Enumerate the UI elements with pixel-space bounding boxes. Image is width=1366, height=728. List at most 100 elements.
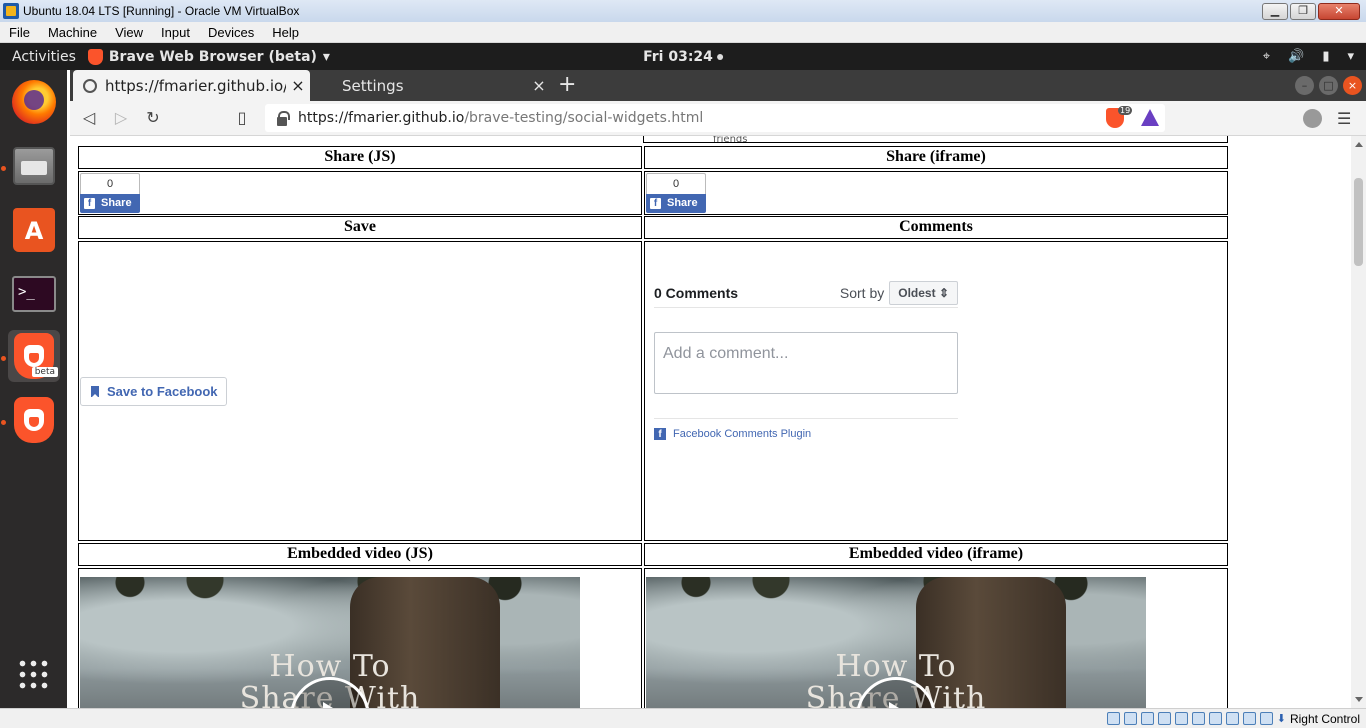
profile-avatar-icon[interactable] bbox=[1303, 109, 1322, 128]
menu-view[interactable]: View bbox=[106, 25, 152, 40]
share-js-header: Share (JS) bbox=[78, 146, 642, 169]
virtualbox-app-icon bbox=[3, 3, 19, 19]
clock[interactable]: Fri 03:24 bbox=[643, 49, 723, 65]
video-js-header: Embedded video (JS) bbox=[78, 543, 642, 566]
comments-plugin-link[interactable]: Facebook Comments Plugin bbox=[673, 428, 811, 440]
page-viewport: friends Share (JS) Share (iframe) 0 f Sh… bbox=[70, 136, 1351, 708]
network-adapter-icon[interactable] bbox=[1157, 712, 1171, 725]
tab-close-icon[interactable]: × bbox=[286, 76, 310, 95]
save-label: Save to Facebook bbox=[107, 384, 218, 399]
sort-select[interactable]: Oldest ⇕ bbox=[889, 280, 958, 305]
share-label: Share bbox=[101, 197, 132, 209]
browser-toolbar: ◁ ▷ ↻ ▯ https://fmarier.github.io /brave… bbox=[70, 101, 1366, 136]
app-menu[interactable]: Brave Web Browser (beta) ▾ bbox=[87, 48, 330, 65]
menu-help[interactable]: Help bbox=[263, 25, 308, 40]
tab-social-widgets[interactable]: https://fmarier.github.io/b × bbox=[73, 70, 310, 101]
facebook-share-widget[interactable]: 0 f Share bbox=[646, 173, 706, 213]
save-to-facebook-button[interactable]: Save to Facebook bbox=[80, 377, 227, 406]
menu-input[interactable]: Input bbox=[152, 25, 199, 40]
dock-brave[interactable] bbox=[8, 394, 60, 446]
menu-machine[interactable]: Machine bbox=[39, 25, 106, 40]
window-title: Ubuntu 18.04 LTS [Running] - Oracle VM V… bbox=[23, 4, 300, 18]
sort-label: Sort by bbox=[839, 284, 885, 301]
tab-close-icon[interactable]: × bbox=[527, 76, 551, 95]
virtualbox-title-bar: Ubuntu 18.04 LTS [Running] - Oracle VM V… bbox=[0, 0, 1366, 22]
browser-close-icon[interactable]: × bbox=[1343, 76, 1362, 95]
tab-settings[interactable]: Settings × bbox=[315, 70, 551, 101]
tab-label: https://fmarier.github.io/b bbox=[105, 76, 286, 95]
running-indicator-icon bbox=[1, 166, 6, 171]
save-header: Save bbox=[78, 216, 642, 239]
display-icon[interactable] bbox=[1208, 712, 1222, 725]
beta-badge: beta bbox=[31, 367, 58, 377]
lock-icon bbox=[277, 110, 290, 126]
scrollbar-thumb[interactable] bbox=[1354, 178, 1363, 266]
shared-folders-icon[interactable] bbox=[1191, 712, 1205, 725]
browser-minimize-icon[interactable]: – bbox=[1295, 76, 1314, 95]
activities-button[interactable]: Activities bbox=[0, 49, 88, 65]
dock-terminal[interactable]: >_ bbox=[8, 268, 60, 320]
browser-tab-strip: https://fmarier.github.io/b × Settings ×… bbox=[70, 70, 1366, 101]
facebook-share-widget[interactable]: 0 f Share bbox=[80, 173, 140, 213]
dock-firefox[interactable] bbox=[8, 76, 60, 128]
minimize-icon[interactable]: ▁ bbox=[1262, 2, 1288, 20]
new-tab-plus-icon[interactable]: + bbox=[558, 72, 576, 97]
share-iframe-header: Share (iframe) bbox=[644, 146, 1228, 169]
brave-rewards-icon[interactable] bbox=[1141, 109, 1159, 126]
reload-icon[interactable]: ↻ bbox=[142, 107, 164, 129]
close-window-icon[interactable]: ✕ bbox=[1318, 2, 1360, 20]
restore-icon[interactable]: ❐ bbox=[1290, 2, 1316, 20]
facebook-comments-widget: 0 Comments Sort by Oldest ⇕ Add a commen… bbox=[654, 280, 958, 440]
dock-brave-beta[interactable]: beta bbox=[8, 330, 60, 382]
audio-icon[interactable] bbox=[1140, 712, 1154, 725]
mouse-integration-icon[interactable] bbox=[1259, 712, 1273, 725]
embedded-video-player[interactable]: How To Share With bbox=[80, 577, 580, 708]
facebook-share-button[interactable]: f Share bbox=[646, 194, 706, 213]
browser-maximize-icon[interactable]: □ bbox=[1319, 76, 1338, 95]
optical-drive-icon[interactable] bbox=[1123, 712, 1137, 725]
sort-value: Oldest bbox=[898, 285, 936, 300]
brave-icon bbox=[14, 397, 54, 443]
share-count: 0 bbox=[80, 173, 140, 194]
usb-icon[interactable] bbox=[1174, 712, 1188, 725]
comments-header: Comments bbox=[644, 216, 1228, 239]
scroll-up-arrow-icon[interactable] bbox=[1355, 142, 1363, 147]
menu-hamburger-icon[interactable]: ☰ bbox=[1337, 109, 1351, 128]
url-host: https://fmarier.github.io bbox=[298, 110, 465, 126]
comments-header-row: 0 Comments Sort by Oldest ⇕ bbox=[654, 280, 958, 308]
notification-dot-icon bbox=[716, 53, 723, 60]
network-icon: ⌖ bbox=[1262, 49, 1271, 64]
dock-files[interactable] bbox=[8, 140, 60, 192]
share-label: Share bbox=[667, 197, 698, 209]
embedded-video-player[interactable]: How To Share With bbox=[646, 577, 1146, 708]
bookmark-icon[interactable]: ▯ bbox=[231, 107, 253, 129]
clock-label: Fri 03:24 bbox=[643, 48, 713, 65]
globe-icon bbox=[83, 78, 97, 93]
show-applications-icon[interactable] bbox=[17, 658, 49, 690]
forward-icon[interactable]: ▷ bbox=[110, 107, 132, 129]
volume-icon: 🔊 bbox=[1288, 49, 1305, 64]
share-iframe-cell: 0 f Share bbox=[644, 171, 1228, 215]
back-icon[interactable]: ◁ bbox=[78, 107, 100, 129]
facebook-share-button[interactable]: f Share bbox=[80, 194, 140, 213]
page-scrollbar[interactable] bbox=[1351, 136, 1366, 708]
comments-cell: 0 Comments Sort by Oldest ⇕ Add a commen… bbox=[644, 241, 1228, 541]
menu-file[interactable]: File bbox=[0, 25, 39, 40]
running-indicator-icon bbox=[1, 356, 6, 361]
system-menu-caret-icon: ▾ bbox=[1347, 49, 1354, 64]
facebook-f-icon: f bbox=[84, 198, 95, 209]
scroll-down-arrow-icon[interactable] bbox=[1355, 697, 1363, 702]
menu-devices[interactable]: Devices bbox=[199, 25, 263, 40]
comments-plugin-footer[interactable]: f Facebook Comments Plugin bbox=[654, 418, 958, 440]
caret-down-icon: ▾ bbox=[322, 48, 330, 65]
hard-disk-icon[interactable] bbox=[1106, 712, 1120, 725]
ubuntu-top-bar: Activities Brave Web Browser (beta) ▾ Fr… bbox=[0, 43, 1366, 70]
system-tray[interactable]: ⌖ 🔊 ▮ ▾ bbox=[1263, 49, 1354, 64]
cpu-icon[interactable] bbox=[1242, 712, 1256, 725]
ubuntu-dock: A >_ beta bbox=[0, 70, 67, 708]
add-comment-input[interactable]: Add a comment... bbox=[654, 332, 958, 394]
address-bar[interactable]: https://fmarier.github.io /brave-testing… bbox=[265, 104, 1165, 132]
video-capture-icon[interactable] bbox=[1225, 712, 1239, 725]
dock-software[interactable]: A bbox=[8, 204, 60, 256]
running-indicator-icon bbox=[1, 420, 6, 425]
